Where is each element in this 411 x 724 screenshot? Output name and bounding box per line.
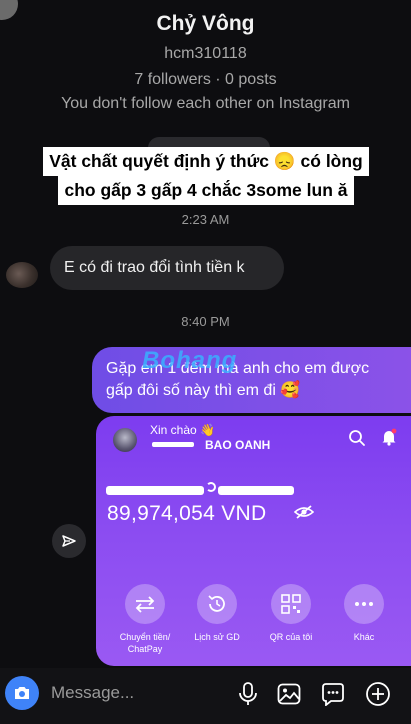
gallery-icon [277,683,301,705]
received-message[interactable]: E có đi trao đổi tình tiền k [50,246,284,290]
history-label: Lịch sử GD [194,632,240,642]
profile-handle: hcm310118 [164,45,247,62]
transfer-action: Chuyển tiền/ ChatPay [105,584,185,655]
redaction-mark [206,482,216,492]
share-button[interactable] [52,524,86,558]
qr-icon [281,594,301,614]
greeting: Xin chào 👋 [150,423,215,437]
add-button[interactable] [365,681,391,707]
sent-message[interactable]: Gặp em 1 đêm mà anh cho em được gấp đôi … [92,347,411,413]
redaction-bar [106,486,204,495]
redaction-bar [218,486,294,495]
redaction-bar [152,442,194,447]
camera-button[interactable] [5,676,39,710]
payment-screenshot[interactable]: Xin chào 👋 BAO OANH 89,974,054 VND Chuyể… [96,416,411,666]
profile-name[interactable]: Chỷ Vông [0,12,411,36]
transfer-label: Chuyển tiền/ ChatPay [119,632,171,654]
caption-line-2: cho gấp 3 gấp 4 chắc 3some lun ă [58,176,354,205]
bell-icon [382,428,397,446]
search-icon [349,430,365,446]
profile-stats: 7 followers · 0 posts [134,71,277,88]
message-input[interactable]: Message... [51,683,134,703]
timestamp: 8:40 PM [181,314,230,329]
relationship-note: You don't follow each other on Instagram [61,95,350,112]
add-icon [366,682,390,706]
qr-action: QR của tôi [251,584,331,643]
history-action: Lịch sử GD [177,584,257,643]
gallery-button[interactable] [276,681,302,707]
sticker-icon [322,683,344,706]
watermark: Bohang [142,347,238,374]
more-label: Khác [353,632,375,642]
sender-avatar[interactable] [6,262,38,288]
caption-line-1: Vật chất quyết định ý thức 😞 có lòng [43,147,369,176]
more-icon [355,602,373,606]
account-name: BAO OANH [205,438,271,452]
qr-label: QR của tôi [269,632,313,642]
more-action: Khác [324,584,404,643]
sticker-button[interactable] [320,681,346,707]
microphone-icon [239,682,257,705]
caption-banner: Vật chất quyết định ý thức 😞 có lòng cho… [18,147,394,209]
received-message-text: E có đi trao đổi tình tiền k [64,259,245,276]
account-balance: 89,974,054 VND [107,502,267,525]
microphone-button[interactable] [235,681,261,707]
timestamp: 2:23 AM [181,212,230,227]
eye-off-icon [294,505,314,519]
transfer-icon [135,596,155,613]
camera-icon [15,687,29,699]
history-icon [208,595,225,612]
account-avatar [113,428,137,452]
send-icon [62,535,76,547]
